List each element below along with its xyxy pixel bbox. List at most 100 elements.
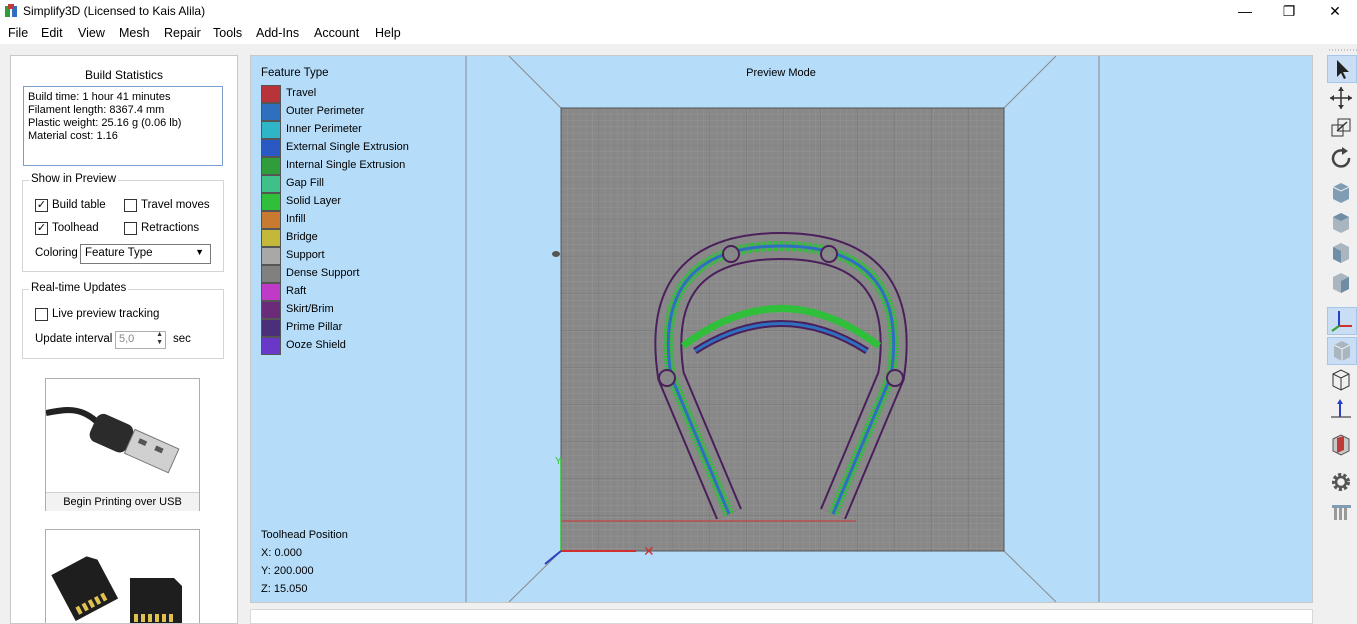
retractions-label: Retractions bbox=[141, 222, 200, 234]
axes-icon bbox=[1331, 311, 1352, 332]
right-toolbar bbox=[1325, 46, 1357, 624]
view-iso-button[interactable] bbox=[1327, 270, 1357, 298]
legend-swatch bbox=[261, 283, 281, 301]
print-usb-button[interactable]: Begin Printing over USB bbox=[45, 378, 200, 511]
title-bar: Simplify3D (Licensed to Kais Alila) — ❐ … bbox=[0, 0, 1357, 22]
legend-label: Outer Perimeter bbox=[286, 105, 365, 117]
build-table-label: Build table bbox=[52, 199, 106, 211]
filament-length: Filament length: 8367.4 mm bbox=[28, 104, 165, 116]
close-button[interactable]: ✕ bbox=[1312, 0, 1357, 22]
legend-label: Inner Perimeter bbox=[286, 123, 362, 135]
svg-text:✕: ✕ bbox=[643, 543, 655, 559]
view-front-button[interactable] bbox=[1327, 180, 1357, 208]
travel-moves-checkbox[interactable] bbox=[124, 199, 137, 212]
legend-swatch bbox=[261, 175, 281, 193]
legend-swatch bbox=[261, 157, 281, 175]
preview-viewport[interactable]: Y ✕ Feature Type Travel Outer Perimeter In… bbox=[250, 55, 1313, 603]
toolhead-z: Z: 15.050 bbox=[261, 583, 308, 595]
legend-label: Internal Single Extrusion bbox=[286, 159, 406, 171]
scale-tool-button[interactable] bbox=[1327, 115, 1357, 143]
menu-repair[interactable]: Repair bbox=[164, 26, 201, 40]
menu-edit[interactable]: Edit bbox=[41, 26, 63, 40]
legend-swatch bbox=[261, 121, 281, 139]
show-in-preview-title: Show in Preview bbox=[29, 173, 119, 185]
legend-swatch bbox=[261, 229, 281, 247]
legend-label: Solid Layer bbox=[286, 195, 342, 207]
toolhead-y: Y: 200.000 bbox=[261, 565, 314, 577]
legend-label: Infill bbox=[286, 213, 306, 225]
legend-swatch bbox=[261, 103, 281, 121]
legend-swatch bbox=[261, 211, 281, 229]
build-time: Build time: 1 hour 41 minutes bbox=[28, 91, 171, 103]
svg-text:Y: Y bbox=[555, 456, 562, 467]
menu-file[interactable]: File bbox=[8, 26, 28, 40]
rotate-tool-button[interactable] bbox=[1327, 145, 1357, 173]
toolhead-marker bbox=[552, 251, 560, 257]
normals-icon bbox=[1331, 399, 1351, 418]
restore-button[interactable]: ❐ bbox=[1266, 0, 1312, 22]
live-tracking-checkbox[interactable] bbox=[35, 308, 48, 321]
interval-unit: sec bbox=[173, 333, 191, 345]
cube-iso-icon bbox=[1333, 273, 1349, 293]
update-interval-input[interactable]: 5,0 ▲ ▼ bbox=[115, 331, 166, 349]
supports-button[interactable] bbox=[1327, 499, 1357, 527]
left-panel: Build Statistics Build time: 1 hour 41 m… bbox=[10, 55, 238, 624]
legend-swatch bbox=[261, 319, 281, 337]
legend-swatch bbox=[261, 139, 281, 157]
cross-section-button[interactable] bbox=[1327, 432, 1357, 460]
solid-cube-icon bbox=[1333, 341, 1351, 361]
view-top-button[interactable] bbox=[1327, 210, 1357, 238]
legend-label: Gap Fill bbox=[286, 177, 324, 189]
preview-mode-label: Preview Mode bbox=[746, 67, 816, 79]
build-table-checkbox[interactable]: ✓ bbox=[35, 199, 48, 212]
wireframe-view-button[interactable] bbox=[1327, 367, 1357, 395]
cube-top-icon bbox=[1333, 213, 1349, 233]
cursor-icon bbox=[1337, 60, 1349, 79]
normals-view-button[interactable] bbox=[1327, 397, 1357, 425]
legend-label: External Single Extrusion bbox=[286, 141, 409, 153]
coloring-select[interactable]: Feature Type ▼ bbox=[80, 244, 211, 264]
supports-icon bbox=[1332, 505, 1351, 520]
view-side-button[interactable] bbox=[1327, 240, 1357, 268]
menu-help[interactable]: Help bbox=[375, 26, 401, 40]
preview-bottom-bar[interactable] bbox=[250, 609, 1313, 624]
save-to-sd-button[interactable] bbox=[45, 529, 200, 623]
settings-button[interactable] bbox=[1327, 469, 1357, 497]
toolhead-label: Toolhead bbox=[52, 222, 99, 234]
scale-icon bbox=[1331, 118, 1351, 137]
cube-side-icon bbox=[1333, 243, 1349, 263]
cube-front-icon bbox=[1332, 183, 1350, 203]
menu-view[interactable]: View bbox=[78, 26, 105, 40]
menu-account[interactable]: Account bbox=[314, 26, 359, 40]
legend-swatch bbox=[261, 193, 281, 211]
spinner-arrows-icon[interactable]: ▲ ▼ bbox=[156, 331, 163, 347]
realtime-updates-title: Real-time Updates bbox=[29, 282, 129, 294]
live-tracking-label: Live preview tracking bbox=[52, 308, 160, 320]
legend-label: Bridge bbox=[286, 231, 318, 243]
rotate-icon bbox=[1331, 147, 1351, 168]
minimize-button[interactable]: — bbox=[1222, 0, 1268, 22]
travel-moves-label: Travel moves bbox=[141, 199, 210, 211]
retractions-checkbox[interactable] bbox=[124, 222, 137, 235]
solid-view-button[interactable] bbox=[1327, 337, 1357, 365]
build-volume-scene[interactable]: Y ✕ bbox=[251, 56, 1312, 602]
dropdown-arrow-icon: ▼ bbox=[195, 247, 204, 257]
show-axes-button[interactable] bbox=[1327, 307, 1357, 335]
update-interval-value: 5,0 bbox=[119, 333, 135, 345]
legend-swatch bbox=[261, 85, 281, 103]
select-tool-button[interactable] bbox=[1327, 55, 1357, 83]
move-tool-button[interactable] bbox=[1327, 85, 1357, 113]
app-icon bbox=[5, 4, 17, 17]
legend-label: Dense Support bbox=[286, 267, 360, 279]
cross-section-icon bbox=[1332, 434, 1350, 456]
material-cost: Material cost: 1.16 bbox=[28, 130, 118, 142]
legend-label: Ooze Shield bbox=[286, 339, 346, 351]
menu-bar: File Edit View Mesh Repair Tools Add-Ins… bbox=[0, 22, 1357, 44]
menu-add-ins[interactable]: Add-Ins bbox=[256, 26, 299, 40]
menu-mesh[interactable]: Mesh bbox=[119, 26, 150, 40]
menu-tools[interactable]: Tools bbox=[213, 26, 242, 40]
toolhead-checkbox[interactable]: ✓ bbox=[35, 222, 48, 235]
legend-swatch bbox=[261, 247, 281, 265]
legend-label: Raft bbox=[286, 285, 307, 297]
coloring-label: Coloring bbox=[35, 247, 78, 259]
